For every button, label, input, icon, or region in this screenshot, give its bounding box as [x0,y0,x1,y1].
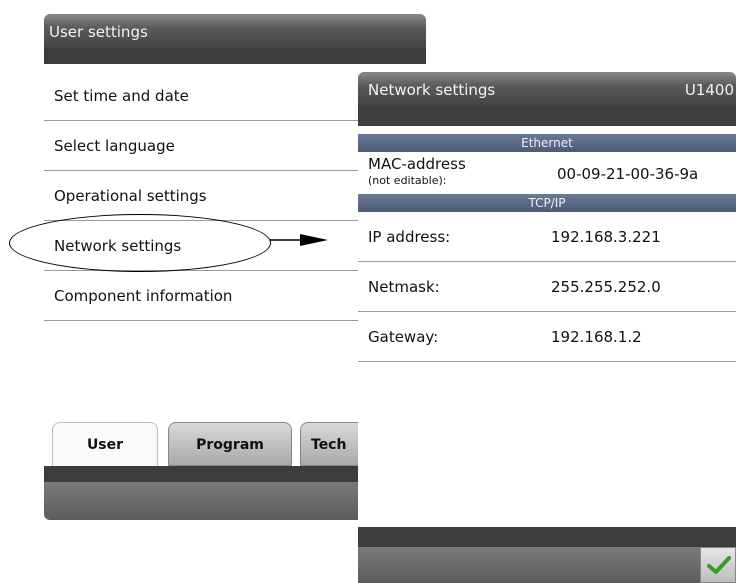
tab-program[interactable]: Program [168,422,292,466]
netmask-row[interactable]: Netmask: 255.255.252.0 [358,262,736,312]
network-settings-title: Network settings [368,81,496,99]
ethernet-section-header: Ethernet [358,134,736,152]
ip-address-label: IP address: [368,228,451,246]
menu-item-label: Component information [54,287,233,305]
gateway-label: Gateway: [368,328,439,346]
ip-address-value[interactable]: 192.168.3.221 [551,228,661,246]
mac-address-label: MAC-address [368,155,466,173]
checkmark-icon [707,556,731,574]
bottom-strip [358,527,736,547]
highlight-ellipse [9,214,271,272]
gateway-row[interactable]: Gateway: 192.168.1.2 [358,312,736,362]
title-sub-strip [358,106,736,126]
netmask-label: Netmask: [368,278,440,296]
confirm-button[interactable] [700,547,736,583]
bottom-bar [358,547,700,583]
bottom-strip [44,466,364,482]
gateway-value[interactable]: 192.168.1.2 [551,328,642,346]
tab-user[interactable]: User [52,422,158,466]
user-settings-title: User settings [49,23,148,41]
menu-item-operational-settings[interactable]: Operational settings [44,171,364,221]
bottom-bar [44,482,364,520]
user-settings-title-bar: User settings [44,14,426,48]
menu-item-label: Operational settings [54,187,207,205]
menu-item-component-information[interactable]: Component information [44,271,364,321]
network-settings-panel: Network settings U1400 Ethernet MAC-addr… [358,72,736,583]
menu-item-select-language[interactable]: Select language [44,121,364,171]
netmask-value[interactable]: 255.255.252.0 [551,278,661,296]
menu-item-label: Select language [54,137,175,155]
ip-address-row[interactable]: IP address: 192.168.3.221 [358,212,736,262]
mac-not-editable-note: (not editable): [368,174,447,187]
network-settings-title-bar: Network settings U1400 [358,72,736,106]
mac-address-row: MAC-address (not editable): 00-09-21-00-… [358,152,736,194]
mac-address-value: 00-09-21-00-36-9a [557,165,699,183]
menu-item-label: Set time and date [54,87,189,105]
menu-item-set-time-date[interactable]: Set time and date [44,71,364,121]
pointer-arrow [270,234,328,246]
title-sub-strip [44,48,426,64]
tcpip-section-header: TCP/IP [358,194,736,212]
device-code: U1400 [684,81,734,99]
